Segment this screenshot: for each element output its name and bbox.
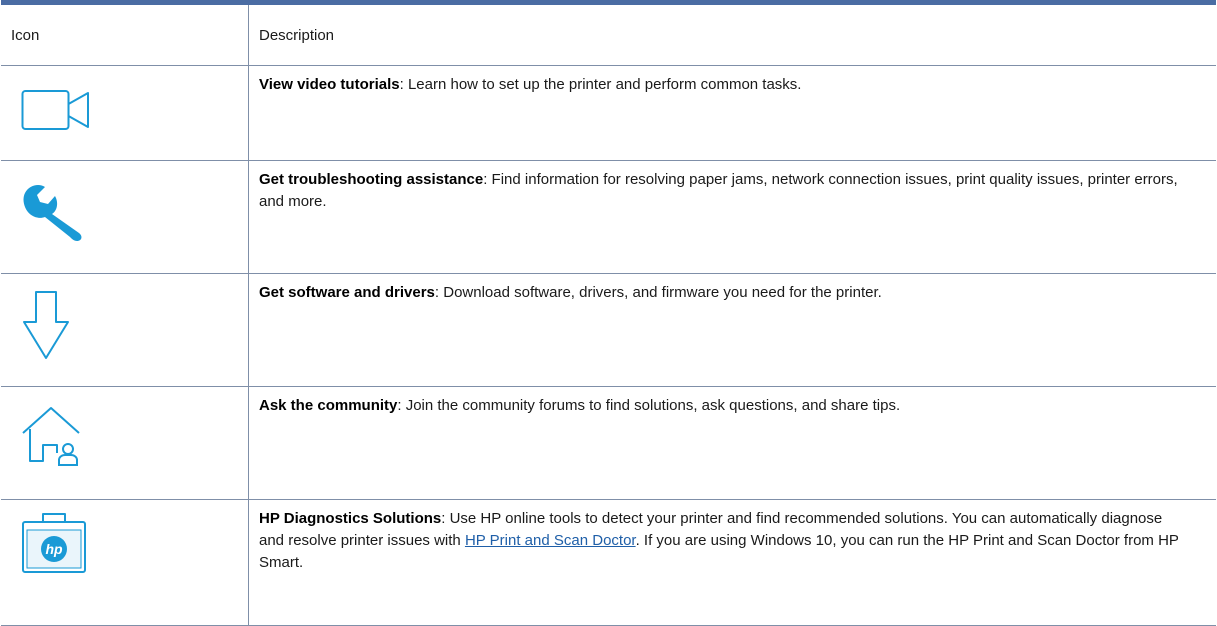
download-arrow-icon: [21, 290, 71, 362]
icon-cell: [1, 160, 249, 274]
row-lead-title: Get troubleshooting assistance: [259, 171, 484, 188]
community-home-icon: [21, 405, 89, 467]
icon-cell: [1, 65, 249, 161]
description-cell: HP Diagnostics Solutions: Use HP online …: [248, 499, 1216, 626]
row-lead-title: Ask the community: [259, 397, 398, 414]
table-header-row: Icon Description: [1, 2, 1216, 66]
icon-cell: [1, 273, 249, 387]
description-cell: Ask the community: Join the community fo…: [248, 386, 1216, 500]
table-row: View video tutorials: Learn how to set u…: [1, 65, 1216, 161]
row-lead-title: Get software and drivers: [259, 284, 435, 301]
hp-logo-text: hp: [45, 541, 63, 557]
table-row: Ask the community: Join the community fo…: [1, 386, 1216, 500]
row-lead-title: View video tutorials: [259, 76, 400, 93]
hp-diagnostics-toolbox-icon: hp: [21, 512, 89, 576]
description-cell: Get troubleshooting assistance: Find inf…: [248, 160, 1216, 274]
table-row: hp HP Diagnostics Solutions: Use HP onli…: [1, 499, 1216, 626]
icon-column-header: Icon: [1, 2, 249, 66]
description-cell: View video tutorials: Learn how to set u…: [248, 65, 1216, 161]
row-description-text: : Learn how to set up the printer and pe…: [399, 76, 802, 93]
description-cell: Get software and drivers: Download softw…: [248, 273, 1216, 387]
video-camera-icon: [21, 87, 91, 133]
table-row: Get troubleshooting assistance: Find inf…: [1, 160, 1216, 274]
hp-print-scan-doctor-link[interactable]: HP Print and Scan Doctor: [465, 532, 636, 549]
icon-cell: [1, 386, 249, 500]
row-description-text: : Join the community forums to find solu…: [397, 397, 901, 414]
icon-cell: hp: [1, 499, 249, 626]
description-column-header: Description: [248, 2, 1216, 66]
wrench-icon: [21, 183, 91, 243]
row-description-text: : Download software, drivers, and firmwa…: [434, 284, 882, 301]
row-lead-title: HP Diagnostics Solutions: [259, 510, 442, 527]
help-resources-table: Icon Description View video tutorials: L…: [1, 0, 1216, 626]
help-resources-table-container: Icon Description View video tutorials: L…: [0, 0, 1217, 626]
table-row: Get software and drivers: Download softw…: [1, 273, 1216, 387]
